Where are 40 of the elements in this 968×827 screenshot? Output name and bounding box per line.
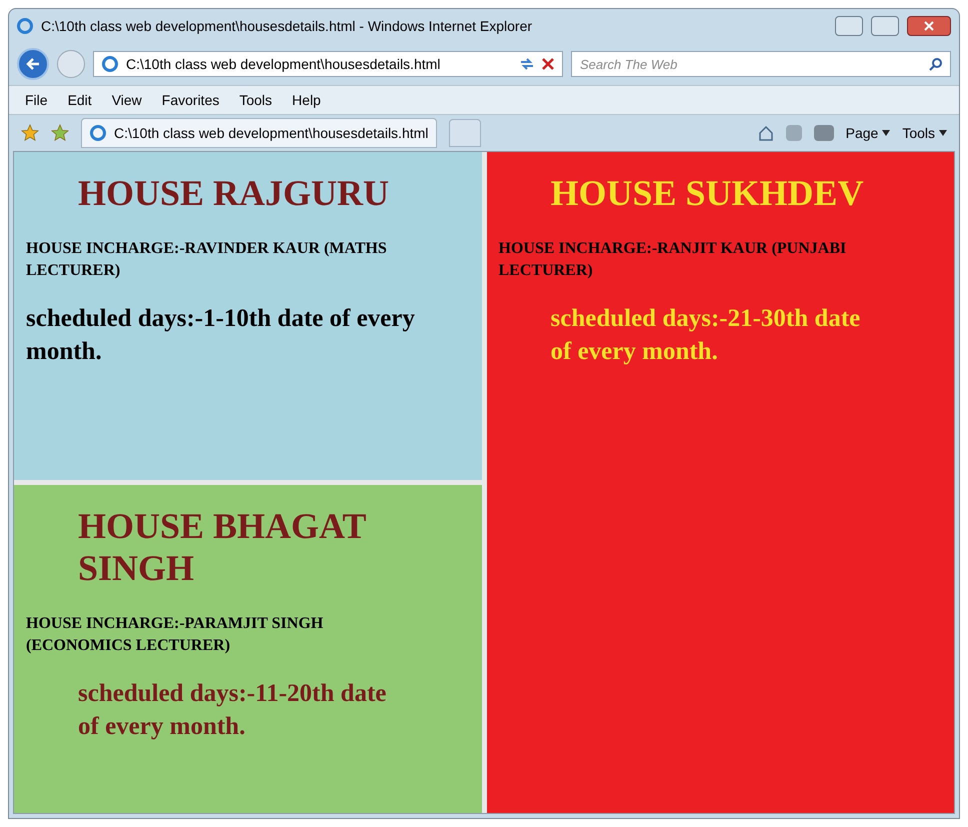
house-title: HOUSE SUKHDEV (550, 172, 865, 214)
house-title: HOUSE BHAGAT SINGH (77, 505, 367, 589)
page-icon (90, 125, 106, 141)
house-title: HOUSE RAJGURU (77, 172, 390, 214)
caret-icon[interactable] (882, 130, 890, 136)
tab-label: C:\10th class web development\housesdetails.html (114, 124, 428, 143)
menu-item[interactable]: Edit (68, 90, 92, 110)
home-icon[interactable] (758, 125, 774, 141)
menu-item[interactable]: View (112, 90, 142, 110)
menu-item[interactable]: Favorites (162, 90, 220, 110)
star-icon[interactable] (21, 124, 39, 142)
schedule-text: scheduled days:-11-20th date of every month. (77, 679, 388, 742)
incharge-text: HOUSE INCHARGE:-RANJIT KAUR (PUNJABI LECTURER) (498, 239, 848, 281)
address-text: C:\10th class web development\housesdetails.html (126, 54, 442, 74)
page-icon (102, 56, 118, 72)
schedule-text: scheduled days:-21-30th date of every month. (550, 304, 862, 367)
incharge-text: HOUSE INCHARGE:-PARAMJIT SINGH (ECONOMICS LECTURER) (25, 614, 324, 656)
close-button[interactable] (907, 16, 951, 36)
address-field[interactable]: C:\10th class web development\housesdetails.html (93, 51, 563, 77)
window-title: C:\10th class web development\housesdetails.html - Windows Internet Explorer (41, 16, 534, 36)
browser-tab[interactable]: C:\10th class web development\housesdetails.html (81, 118, 438, 148)
menu-item[interactable]: File (25, 90, 48, 110)
schedule-text: scheduled days:-1-10th date of every month. (25, 304, 416, 367)
menu-item[interactable]: Help (292, 90, 321, 110)
caret-icon[interactable] (939, 130, 947, 136)
browser-logo-icon (17, 18, 33, 34)
search-field[interactable]: Search The Web (571, 51, 951, 77)
close-icon (924, 21, 934, 31)
menu-item[interactable]: Tools (239, 90, 272, 110)
stop-icon[interactable] (542, 58, 554, 70)
back-arrow-icon (26, 58, 40, 70)
maximize-button[interactable] (871, 16, 899, 36)
refresh-icon[interactable] (520, 58, 534, 70)
command-button[interactable]: Tools (902, 122, 935, 144)
star-icon[interactable] (51, 124, 69, 142)
minimize-button[interactable] (835, 16, 863, 36)
command-button[interactable]: Page (846, 122, 878, 144)
back-button[interactable] (17, 48, 49, 80)
search-icon[interactable] (929, 57, 943, 71)
incharge-text: HOUSE INCHARGE:-RAVINDER KAUR (MATHS LECTURER) (25, 239, 388, 281)
